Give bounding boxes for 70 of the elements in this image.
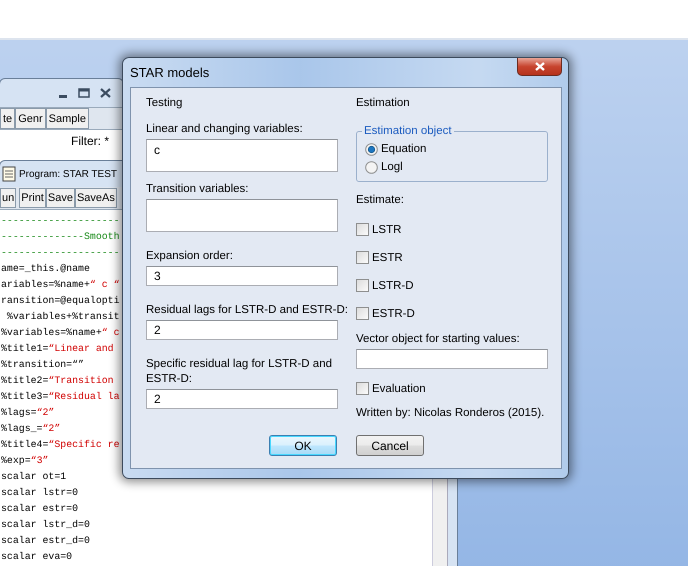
field-label: Estimate: [356,193,404,208]
document-icon [2,166,16,182]
toolbar-button[interactable]: un [0,188,16,208]
code-line: scalar lstr_d=0 [1,518,90,532]
field-label: Residual lags for LSTR-D and ESTR-D: [146,303,348,318]
input-field[interactable] [356,349,548,369]
option-label: Equation [381,143,426,155]
toolbar-button[interactable]: Save [46,188,75,208]
code-line: %title3=“Residual la [1,390,120,404]
close-button[interactable] [517,58,562,76]
code-line: %title4=“Specific re [1,438,120,452]
toolbar-button[interactable]: te [0,108,16,129]
checkbox-label: LSTR-D [372,280,414,292]
dialog-button[interactable]: Cancel [356,435,424,456]
field-label: Specific residual lag for LSTR-D and ESTR-D: [146,357,333,387]
code-line: scalar eva=0 [1,550,72,564]
checkbox-label: ESTR-D [372,308,415,320]
window-title: Program: STAR TEST [19,168,117,180]
code-line: %variables=%name+“ c [1,326,120,340]
code-line: --------------Smooth [1,230,120,244]
checkbox[interactable] [356,382,369,395]
toolbar-button[interactable]: Genr [15,108,46,129]
field-label: Expansion order: [146,249,233,264]
code-line: scalar estr=0 [1,502,78,516]
field-label: Linear and changing variables: [146,122,303,137]
checkbox-label: LSTR [372,224,402,236]
radio-button[interactable] [365,160,378,174]
checkbox-label: Evaluation [372,382,426,394]
dialog-button[interactable]: OK [269,435,337,456]
input-field[interactable]: c [146,139,338,172]
toolbar-button[interactable]: Print [19,188,46,208]
field-label: Vector object for starting values: [356,332,520,347]
code-line: scalar lstr=0 [1,486,78,500]
toolbar-button[interactable]: Sample [46,108,89,129]
code-line: %lags=“2” [1,406,54,420]
input-field[interactable]: 2 [146,389,338,409]
option-label: Logl [381,161,403,173]
checkbox[interactable] [356,307,369,320]
checkbox[interactable] [356,279,369,292]
code-line: %transition=“” [1,358,84,372]
section-heading: Testing [146,96,182,111]
code-line: %title2=“Transition [1,374,114,388]
radio-button[interactable] [365,142,378,156]
code-line: scalar ot=1 [1,470,66,484]
group-legend: Estimation object [362,123,454,139]
code-line: scalar estr_d=0 [1,534,90,548]
input-field[interactable]: 3 [146,266,338,286]
section-heading: Estimation [356,96,410,111]
dialog-title: STAR models [130,65,210,80]
toolbar-button[interactable]: SaveAs [74,188,117,208]
code-line: -------------------- [1,246,120,260]
checkbox[interactable] [356,223,369,236]
code-line: ame=_this.@name [1,262,90,276]
code-line: %title1=“Linear and [1,342,114,356]
filter-label: Filter: * [70,134,109,149]
code-line: -------------------- [1,214,120,228]
code-line: ransition=@equalopti [1,294,120,308]
field-label: Transition variables: [146,182,248,197]
close-icon [534,62,546,71]
close-icon[interactable] [100,88,111,98]
input-field[interactable] [146,199,338,232]
checkbox[interactable] [356,251,369,264]
checkbox-label: ESTR [372,252,403,264]
maximize-icon[interactable] [78,88,90,98]
code-line: %variables+%transit [6,310,120,324]
code-line: %lags_=“2” [1,422,60,436]
input-field[interactable]: 2 [146,320,338,340]
code-line: ariables=%name+“ c “ [1,278,120,292]
code-line: %exp=“3” [1,454,48,468]
credit-text: Written by: Nicolas Ronderos (2015). [356,406,544,421]
